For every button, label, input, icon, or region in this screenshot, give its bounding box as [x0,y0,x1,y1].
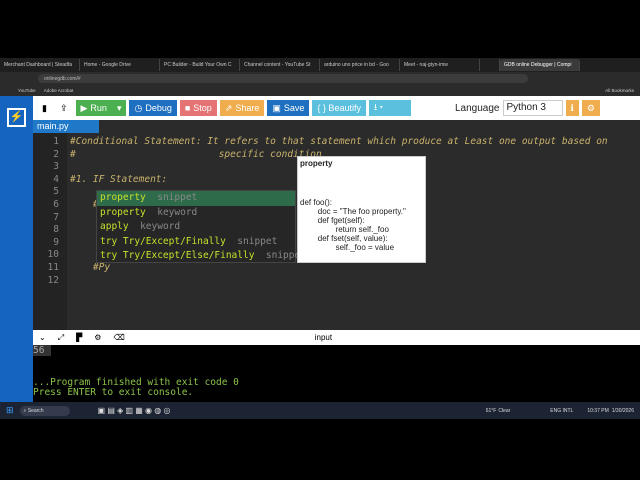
stop-button[interactable]: ■ Stop [179,100,217,116]
completion-text: property [100,206,146,218]
settings-gear-icon[interactable]: ⚙ [581,100,600,116]
bookmarks-bar: YouTube Adobe Acrobat All Bookmarks [0,85,640,96]
weather-desc: Clear [498,407,511,414]
windows-start-icon[interactable]: ⊞ [6,405,14,416]
completion-text: apply [100,221,129,232]
bookmark-youtube[interactable]: YouTube [18,88,36,93]
browser-tab-active[interactable]: GDB online Debugger | Compi [500,59,580,71]
sidebar [0,96,33,402]
beautify-button[interactable]: { } Beautify [312,100,366,116]
line-number: 1 [53,136,59,147]
line-number: 12 [47,274,59,286]
line-number: 4 [53,173,59,185]
autocomplete-item[interactable]: try Try/Except/Finally snippet [97,235,295,250]
line-number: 11 [47,262,59,273]
bookmark-adobe[interactable]: Adobe Acrobat [44,88,74,93]
ide-toolbar: ▮ ⇪ ▶ Run ▾ ◷ Debug ■ Stop ⇗ Share ▣ Save… [33,96,640,120]
new-file-icon[interactable]: ▮ [37,100,52,116]
browser-tab[interactable]: Merchant Dashboard | Steadfa [0,59,80,71]
browser-tab[interactable]: arduino uno price in bd - Goo [320,59,400,71]
autocomplete-item[interactable]: apply keyword [97,220,295,235]
play-icon: ▶ [80,102,88,113]
line-number: 5 [53,186,59,198]
autocomplete-item[interactable]: property keyword [97,206,295,221]
line-number: 10 [47,249,59,261]
console-line: 56 [33,345,51,356]
console-toolbar: ⌄ ⤢ ▛ ⚙ ⌫ input [33,330,640,345]
code-line[interactable] [70,237,93,248]
code-line[interactable]: #1. IF Statement: [70,174,167,185]
code-line[interactable] [70,224,93,235]
autocomplete-doc-tooltip: property def foo(): doc = "The foo prope… [297,156,426,263]
completion-text: property [100,192,146,203]
language-label: Language [455,102,500,114]
windows-taskbar: ⊞ ⌕ Search ▣ ▤ ◈ ▥ ▦ ◉ ◍ ◎ 61°F Clear EN… [0,402,640,419]
code-line[interactable]: #Py [70,262,110,273]
clock-date[interactable]: 1/30/2026 [612,408,634,414]
browser-tab[interactable]: Home - Google Drive [80,59,160,71]
autocomplete-item[interactable]: property snippet [97,191,295,206]
console-line: ...Program finished with exit code 0 [33,376,239,388]
clear-console-icon[interactable]: ⌫ [113,333,124,342]
code-line[interactable] [70,249,93,260]
browser-tab[interactable]: Meet - naj-gtyn-imw [400,59,480,71]
weather-temp[interactable]: 61°F [486,408,497,414]
line-number: 8 [53,224,59,236]
all-bookmarks[interactable]: All Bookmarks [605,88,634,93]
console-settings-icon[interactable]: ⚙ [94,333,101,342]
console-header: input [314,333,333,342]
collapse-icon[interactable]: ⌄ [39,333,46,342]
upload-icon[interactable]: ⇪ [55,100,73,116]
doc-body: def foo(): doc = "The foo property." def… [300,198,406,252]
autocomplete-popup: property snippet property keyword apply ke… [96,190,306,264]
input-language[interactable]: ENG INTL [550,408,573,414]
completion-type: snippet [237,235,278,247]
doc-title: property [300,159,333,168]
download-button[interactable]: ⭳ ▾ [368,100,411,116]
run-dropdown[interactable]: ▾ [111,100,127,116]
expand-icon[interactable]: ⤢ [58,333,64,343]
completion-text: try Try/Except/Finally [100,235,226,247]
browser-tab[interactable]: Channel content - YouTube St [240,59,320,71]
onlinegdb-logo-icon[interactable]: ⚡ [7,108,26,127]
taskbar-app-icons[interactable]: ▣ ▤ ◈ ▥ ▦ ◉ ◍ ◎ [98,406,171,415]
url-input[interactable]: onlinegdb.com/# [38,74,528,83]
code-line[interactable]: #Conditional Statement: It refers to tha… [70,136,608,147]
browser-tab[interactable]: PC Builder - Build Your Own C [160,59,240,71]
debug-button[interactable]: ◷ Debug [129,100,177,116]
line-number: 6 [53,199,59,210]
line-number: 7 [53,211,59,223]
line-number: 2 [53,148,59,160]
completion-type: snippet [157,192,198,203]
share-button[interactable]: ⇗ Share [219,100,265,116]
code-line[interactable]: # [70,199,99,210]
completion-type: keyword [157,206,198,218]
line-number: 9 [53,236,59,248]
language-select[interactable]: Python 3 [502,100,563,116]
run-button[interactable]: ▶ Run [75,100,112,116]
copy-icon[interactable]: ▛ [76,333,82,342]
taskbar-search[interactable]: ⌕ Search [19,405,70,416]
browser-tab-strip: Merchant Dashboard | Steadfa Home - Goog… [0,58,640,72]
console-output[interactable]: 56 ...Program finished with exit code 0 Pr… [33,345,637,401]
code-line[interactable]: # specific condition [70,149,322,160]
completion-text: try Try/Except/Else/Finally [100,250,255,261]
clock-time[interactable]: 10:37 PM [587,408,608,414]
code-line[interactable] [70,212,93,223]
autocomplete-item[interactable]: try Try/Except/Else/Finally snippet [97,249,306,264]
console-line: Press ENTER to exit console. [33,387,194,398]
save-button[interactable]: ▣ Save [267,100,310,116]
file-tab-main-py[interactable]: main.py [33,120,99,133]
address-bar-row: onlinegdb.com/# [0,72,640,85]
completion-type: keyword [140,221,181,232]
browser-tab[interactable] [480,59,500,71]
line-number: 3 [53,161,59,173]
info-button[interactable]: ℹ [565,100,579,116]
